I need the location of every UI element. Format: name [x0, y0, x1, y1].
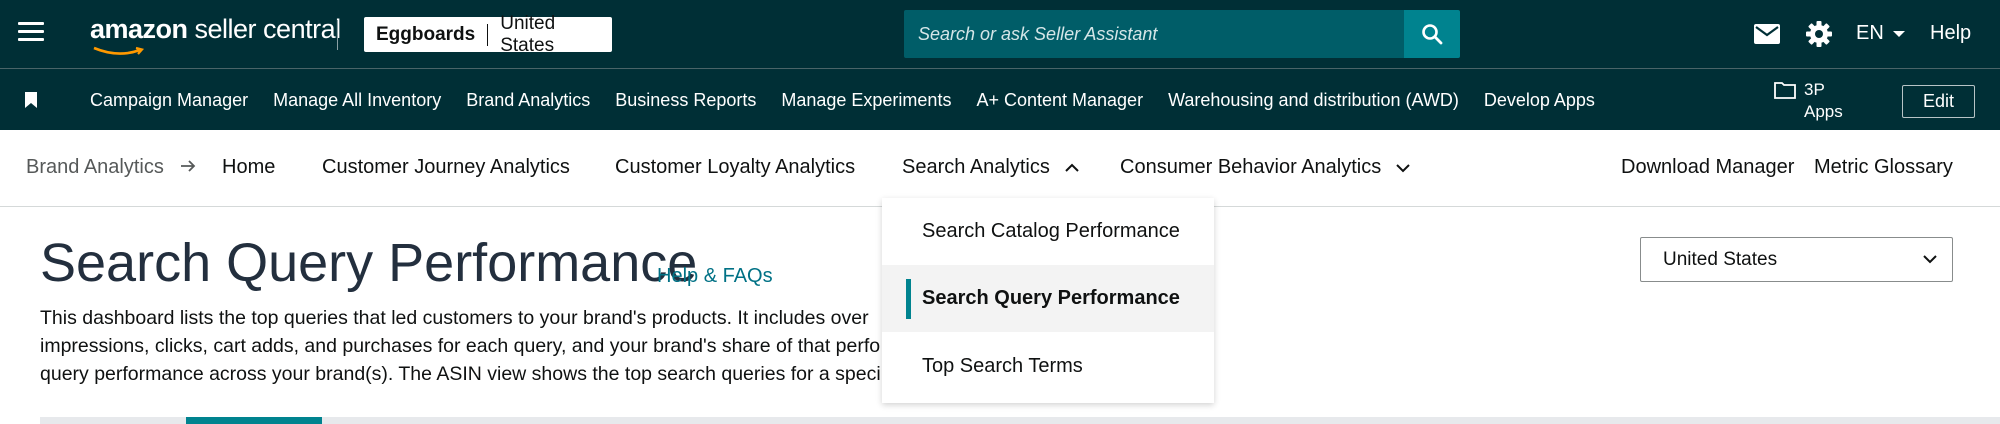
search-button[interactable]: [1404, 10, 1460, 58]
search-bar: [904, 10, 1460, 58]
menu-item-search-query-performance[interactable]: Search Query Performance: [882, 265, 1214, 332]
help-faqs-link[interactable]: Help & FAQs: [657, 265, 773, 288]
bookmark-bar: Campaign Manager Manage All Inventory Br…: [0, 68, 2000, 130]
mail-icon[interactable]: [1754, 24, 1780, 44]
bookmark-aplus-content-manager[interactable]: A+ Content Manager: [976, 90, 1143, 111]
gear-icon[interactable]: [1805, 20, 1833, 48]
edit-bookmarks-button[interactable]: Edit: [1902, 85, 1975, 118]
bookmark-develop-apps[interactable]: Develop Apps: [1484, 90, 1595, 111]
bookmark-manage-experiments[interactable]: Manage Experiments: [781, 90, 951, 111]
description-line: This dashboard lists the top queries tha…: [40, 307, 869, 329]
bookmark-manage-all-inventory[interactable]: Manage All Inventory: [273, 90, 441, 111]
seller-central-logo[interactable]: amazon seller central: [90, 14, 342, 55]
subnav-search-analytics[interactable]: Search Analytics: [902, 156, 1050, 179]
help-link[interactable]: Help: [1930, 22, 1971, 45]
breadcrumb-brand-analytics[interactable]: Brand Analytics: [26, 156, 164, 179]
chevron-down-icon: [1923, 255, 1937, 264]
folder-icon: [1774, 82, 1796, 99]
amazon-smile-icon: [93, 46, 145, 55]
account-switcher[interactable]: Eggboards United States: [364, 13, 612, 56]
subnav-customer-journey[interactable]: Customer Journey Analytics: [322, 156, 570, 179]
header-divider: [337, 20, 338, 50]
description-line: query performance across your brand(s). …: [40, 363, 881, 385]
page-description: This dashboard lists the top queries tha…: [40, 304, 900, 388]
brand-analytics-subnav: Brand Analytics Home Customer Journey An…: [0, 130, 2000, 207]
menu-item-search-catalog-performance[interactable]: Search Catalog Performance: [882, 198, 1214, 265]
subnav-download-manager[interactable]: Download Manager: [1621, 156, 1794, 179]
country-select[interactable]: United States: [1640, 237, 1953, 282]
bookmark-business-reports[interactable]: Business Reports: [615, 90, 756, 111]
chevron-up-icon[interactable]: [1064, 163, 1080, 173]
account-store-name: Eggboards: [364, 23, 489, 46]
description-line: impressions, clicks, cart adds, and purc…: [40, 335, 881, 357]
apps-label: 3P Apps: [1804, 80, 1843, 121]
logo-suffix-text: seller central: [187, 14, 342, 44]
search-analytics-menu: Search Catalog Performance Search Query …: [882, 198, 1214, 403]
top-header: amazon seller central Eggboards United S…: [0, 0, 2000, 68]
menu-icon[interactable]: [18, 22, 44, 46]
bookmark-brand-analytics[interactable]: Brand Analytics: [466, 90, 590, 111]
bookmark-warehousing-awd[interactable]: Warehousing and distribution (AWD): [1168, 90, 1459, 111]
bookmark-campaign-manager[interactable]: Campaign Manager: [90, 90, 248, 111]
view-tab-strip: [40, 417, 2000, 424]
subnav-consumer-behavior[interactable]: Consumer Behavior Analytics: [1120, 156, 1381, 179]
bookmark-icon[interactable]: [24, 92, 38, 108]
search-icon: [1422, 24, 1443, 45]
third-party-apps-link[interactable]: 3P Apps: [1774, 79, 1854, 123]
language-selector[interactable]: EN: [1856, 22, 1906, 45]
chevron-down-icon[interactable]: [1395, 163, 1411, 173]
logo-amazon-text: amazon: [90, 14, 188, 44]
account-marketplace: United States: [500, 12, 556, 56]
chevron-down-icon: [1892, 30, 1905, 37]
search-input[interactable]: [904, 10, 1404, 58]
language-label: EN: [1856, 22, 1884, 44]
active-tab-indicator[interactable]: [186, 417, 322, 424]
subnav-customer-loyalty[interactable]: Customer Loyalty Analytics: [615, 156, 855, 179]
subnav-metric-glossary[interactable]: Metric Glossary: [1814, 156, 1953, 179]
page-title: Search Query Performance: [40, 233, 698, 293]
subnav-home[interactable]: Home: [222, 156, 275, 179]
country-select-value: United States: [1663, 248, 1778, 270]
menu-item-top-search-terms[interactable]: Top Search Terms: [882, 333, 1214, 400]
bookmark-links: Campaign Manager Manage All Inventory Br…: [90, 69, 1620, 131]
arrow-right-icon: [181, 160, 196, 172]
